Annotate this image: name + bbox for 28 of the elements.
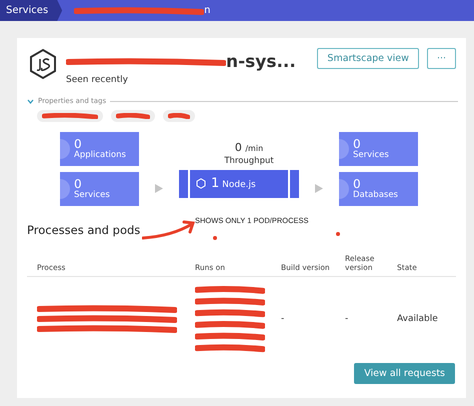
table-cell-text: - xyxy=(281,314,286,324)
tag-chip[interactable] xyxy=(111,110,155,122)
breadcrumb-item[interactable]: Services xyxy=(0,0,62,21)
play-icon xyxy=(315,184,323,192)
process-group-tile[interactable]: 1 Node.js xyxy=(179,170,299,198)
nodejs-icon xyxy=(196,178,206,189)
throughput-value: 0 /min xyxy=(234,140,264,154)
entity-tile[interactable]: 0 Services xyxy=(60,172,139,206)
table-cell-text: - xyxy=(345,314,350,324)
entity-tile[interactable]: 0 Services xyxy=(339,132,418,166)
nodejs-icon xyxy=(28,48,58,80)
breadcrumb-item[interactable]: n xyxy=(204,5,211,16)
annotation-dot xyxy=(336,232,340,236)
entity-tile[interactable]: 0 Applications xyxy=(60,132,139,166)
entity-title: n-sys... xyxy=(226,52,296,72)
section-title: Processes and pods xyxy=(27,223,140,237)
table-cell-text: Available xyxy=(397,314,439,324)
smartscape-button[interactable]: Smartscape view xyxy=(317,48,419,69)
entity-tile[interactable]: 0 Databases xyxy=(339,172,418,206)
status-text: Seen recently xyxy=(66,75,129,85)
view-requests-button[interactable]: View all requests xyxy=(354,363,455,384)
tag-chip[interactable] xyxy=(163,110,195,122)
play-icon xyxy=(155,184,163,192)
more-button[interactable]: ··· xyxy=(426,48,456,69)
annotation-dot xyxy=(213,236,217,240)
throughput-label: Throughput xyxy=(224,156,274,166)
chevron-icon[interactable] xyxy=(27,98,34,104)
tag-chip[interactable] xyxy=(37,110,103,122)
